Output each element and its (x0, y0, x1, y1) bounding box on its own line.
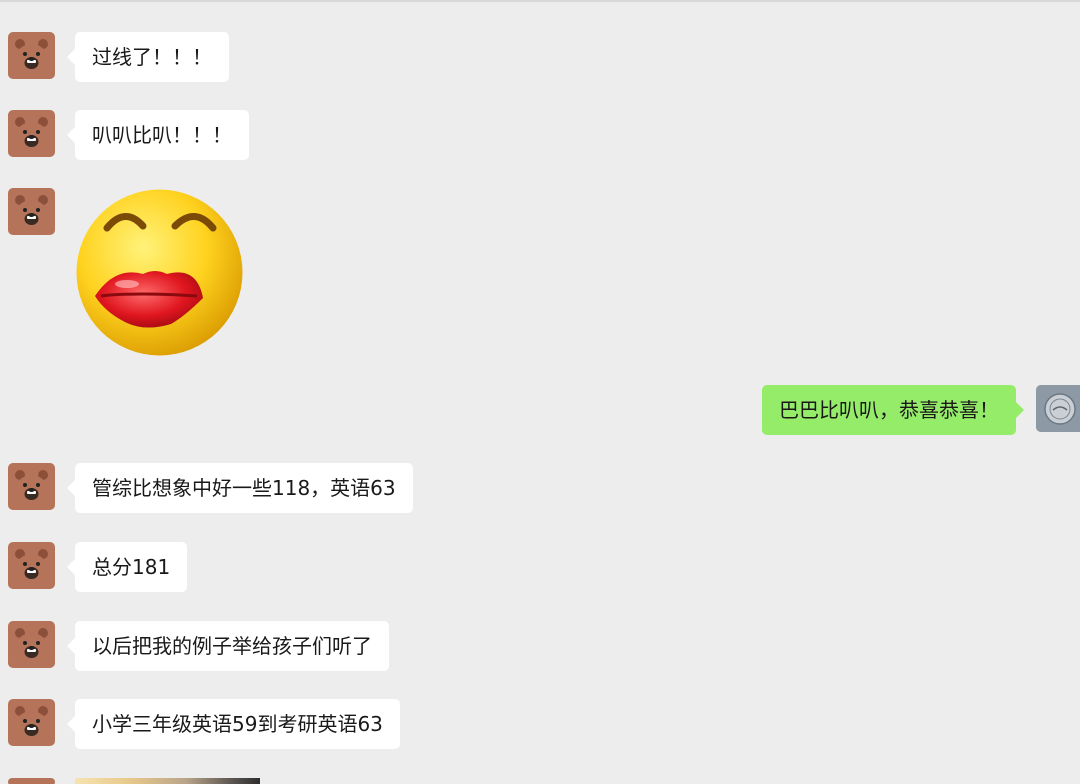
photo-thumbnail[interactable] (75, 778, 260, 784)
profile-avatar-icon[interactable] (1036, 385, 1080, 432)
message-bubble[interactable]: 管综比想象中好一些118，英语63 (67, 463, 413, 513)
bear-avatar-icon[interactable] (8, 542, 55, 589)
chat-message-list[interactable]: 过线了！！！ 叭叭比叭！！！ 巴巴比叭叭，恭喜恭喜！ 管综比想象中好一些118，… (0, 0, 1080, 784)
message-bubble[interactable]: 以后把我的例子举给孩子们听了 (67, 621, 389, 671)
message-bubble[interactable]: 过线了！！！ (67, 32, 229, 82)
message-bubble[interactable]: 小学三年级英语59到考研英语63 (67, 699, 400, 749)
bear-avatar-icon[interactable] (8, 463, 55, 510)
bear-avatar-icon[interactable] (8, 621, 55, 668)
bear-avatar-icon[interactable] (8, 778, 55, 784)
bear-avatar-icon[interactable] (8, 110, 55, 157)
bear-avatar-icon[interactable] (8, 32, 55, 79)
kiss-emoji-sticker[interactable] (75, 188, 244, 357)
bear-avatar-icon[interactable] (8, 188, 55, 235)
bear-avatar-icon[interactable] (8, 699, 55, 746)
message-bubble[interactable]: 叭叭比叭！！！ (67, 110, 249, 160)
message-bubble[interactable]: 总分181 (66, 542, 188, 592)
message-bubble[interactable]: 巴巴比叭叭，恭喜恭喜！ (762, 385, 1024, 435)
